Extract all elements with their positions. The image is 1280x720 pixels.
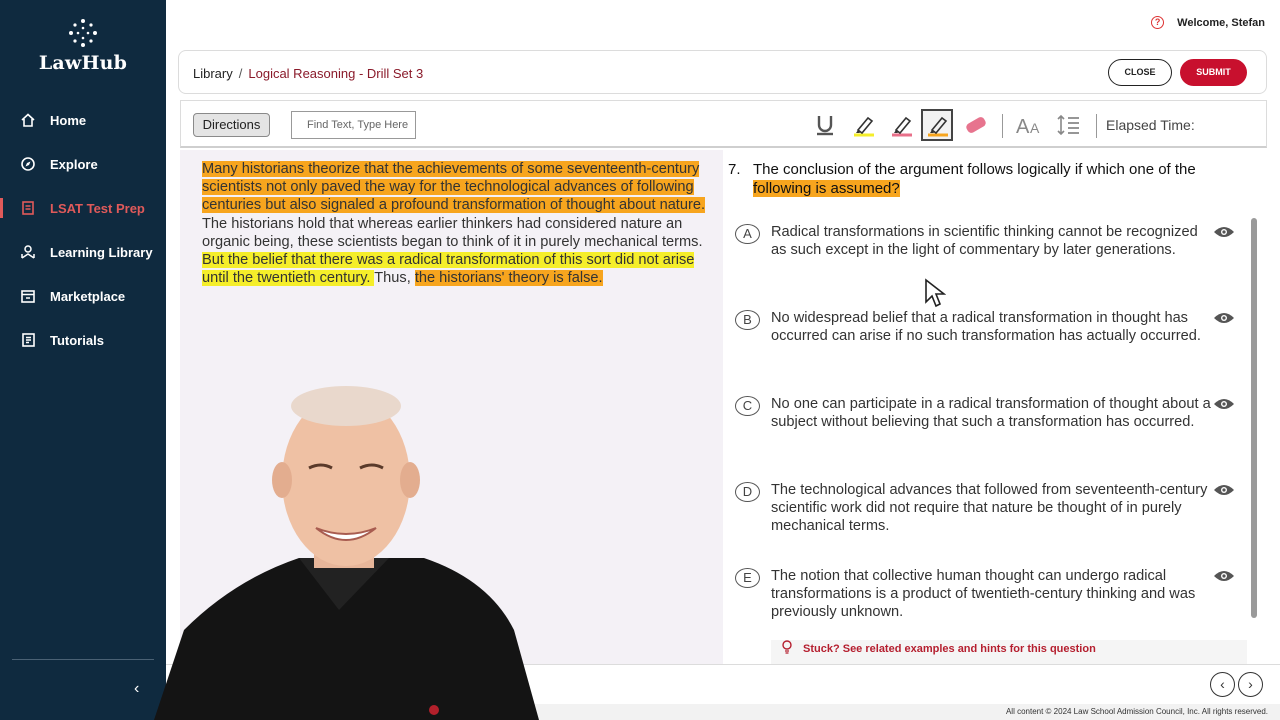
orange-highlighter-icon: [928, 116, 948, 137]
question-text-part[interactable]: The conclusion of the argument follows l…: [753, 161, 1196, 178]
presenter-webcam-overlay: [154, 386, 539, 720]
home-icon: [21, 113, 35, 127]
sidebar-item-tutorials[interactable]: Tutorials: [0, 318, 166, 362]
learning-library-icon: [21, 245, 35, 259]
breadcrumb-current: Logical Reasoning - Drill Set 3: [248, 66, 424, 81]
underline-icon: [817, 116, 833, 136]
breadcrumb: Library / Logical Reasoning - Drill Set 3: [193, 66, 423, 81]
passage-text[interactable]: Many historians theorize that the achiev…: [202, 160, 712, 287]
eliminate-eye-icon[interactable]: [1213, 397, 1235, 411]
passage-segment-highlighted[interactable]: the historians' theory is false.: [414, 270, 603, 287]
marketplace-icon: [21, 290, 35, 303]
passage-segment[interactable]: Thus,: [374, 270, 415, 286]
logo-mark-icon: [69, 19, 97, 47]
logo-text: LawHub: [38, 52, 128, 74]
choice-text[interactable]: The notion that collective human thought…: [771, 567, 1211, 622]
sidebar-item-label: Marketplace: [50, 288, 126, 304]
toolbar-divider: [1096, 114, 1097, 138]
svg-text:A: A: [1030, 120, 1040, 136]
choice-letter-bubble[interactable]: B: [735, 310, 760, 330]
passage-segment[interactable]: The historians hold that whereas earlier…: [202, 216, 703, 250]
question-text[interactable]: The conclusion of the argument follows l…: [753, 161, 1233, 198]
question-number: 7.: [728, 161, 741, 178]
toolbar-divider: [1002, 114, 1003, 138]
sidebar-nav: Home Explore LSAT Test Prep Learning Lib…: [0, 98, 166, 362]
choice-text[interactable]: The technological advances that followed…: [771, 481, 1211, 536]
underline-tool-button[interactable]: [810, 110, 840, 140]
directions-button[interactable]: Directions: [193, 113, 270, 137]
choice-letter-bubble[interactable]: E: [735, 568, 760, 588]
eliminate-eye-icon[interactable]: [1213, 225, 1235, 239]
explore-icon: [21, 157, 35, 171]
eliminate-eye-icon[interactable]: [1213, 311, 1235, 325]
question-scrollbar[interactable]: [1251, 218, 1257, 618]
eraser-icon: [966, 117, 986, 133]
sidebar-item-learning-library[interactable]: Learning Library: [0, 230, 166, 274]
sidebar-item-label: Home: [50, 112, 87, 128]
eliminate-eye-icon[interactable]: [1213, 569, 1235, 583]
choice-text[interactable]: No widespread belief that a radical tran…: [771, 309, 1211, 345]
sidebar-item-explore[interactable]: Explore: [0, 142, 166, 186]
test-prep-icon: [22, 201, 34, 215]
sidebar-item-label: Tutorials: [50, 332, 104, 348]
lawhub-logo[interactable]: LawHub: [0, 18, 166, 74]
svg-text:A: A: [1016, 116, 1030, 136]
mouse-pointer-icon: [925, 278, 946, 308]
sidebar-item-home[interactable]: Home: [0, 98, 166, 142]
sidebar-item-marketplace[interactable]: Marketplace: [0, 274, 166, 318]
font-size-icon: AA: [1016, 116, 1040, 136]
breadcrumb-library-link[interactable]: Library: [193, 66, 233, 81]
orange-highlighter-button[interactable]: [921, 109, 953, 141]
previous-question-button[interactable]: ‹: [1210, 672, 1235, 697]
help-icon[interactable]: ?: [1151, 16, 1165, 29]
choice-text[interactable]: No one can participate in a radical tran…: [771, 395, 1211, 431]
pink-highlighter-icon: [892, 116, 912, 137]
yellow-highlighter-button[interactable]: [848, 110, 878, 140]
passage-segment-highlighted[interactable]: Many historians theorize that the achiev…: [202, 161, 706, 214]
lightbulb-icon: [782, 640, 792, 654]
sidebar-item-label: Explore: [50, 156, 98, 172]
choice-letter-bubble[interactable]: C: [735, 396, 760, 416]
yellow-highlighter-icon: [854, 116, 874, 137]
font-size-button[interactable]: AA: [1015, 110, 1045, 140]
eraser-button[interactable]: [961, 110, 991, 140]
question-text-highlighted[interactable]: following is assumed?: [753, 179, 900, 197]
next-question-button[interactable]: ›: [1238, 672, 1263, 697]
submit-button[interactable]: SUBMIT: [1180, 59, 1247, 86]
stuck-hint-link[interactable]: Stuck? See related examples and hints fo…: [771, 640, 1247, 664]
user-welcome: ? Welcome, Stefan: [1151, 16, 1265, 29]
close-button[interactable]: CLOSE: [1108, 59, 1172, 86]
question-pane: 7. The conclusion of the argument follow…: [723, 150, 1267, 664]
welcome-text: Welcome, Stefan: [1177, 16, 1265, 29]
choice-letter-bubble[interactable]: A: [735, 224, 760, 244]
choice-text[interactable]: Radical transformations in scientific th…: [771, 223, 1211, 259]
sidebar-item-label: Learning Library: [50, 244, 153, 260]
stuck-hint-text: Stuck? See related examples and hints fo…: [803, 643, 1096, 655]
eliminate-eye-icon[interactable]: [1213, 483, 1235, 497]
breadcrumb-separator: /: [238, 66, 243, 81]
question-toolbar: Directions AA Elapsed Time:: [180, 100, 1267, 148]
tutorials-icon: [22, 333, 35, 347]
sidebar-item-lsat-test-prep[interactable]: LSAT Test Prep: [0, 186, 166, 230]
question-stem: 7. The conclusion of the argument follow…: [728, 161, 1228, 197]
breadcrumb-bar: Library / Logical Reasoning - Drill Set 3 …: [178, 50, 1267, 94]
line-spacing-icon: [1057, 114, 1079, 136]
line-spacing-button[interactable]: [1054, 110, 1084, 140]
elapsed-time-label: Elapsed Time:: [1106, 117, 1195, 133]
pink-highlighter-button[interactable]: [886, 110, 916, 140]
sidebar-item-label: LSAT Test Prep: [50, 200, 145, 216]
find-text-input[interactable]: [291, 111, 416, 139]
choice-letter-bubble[interactable]: D: [735, 482, 760, 502]
